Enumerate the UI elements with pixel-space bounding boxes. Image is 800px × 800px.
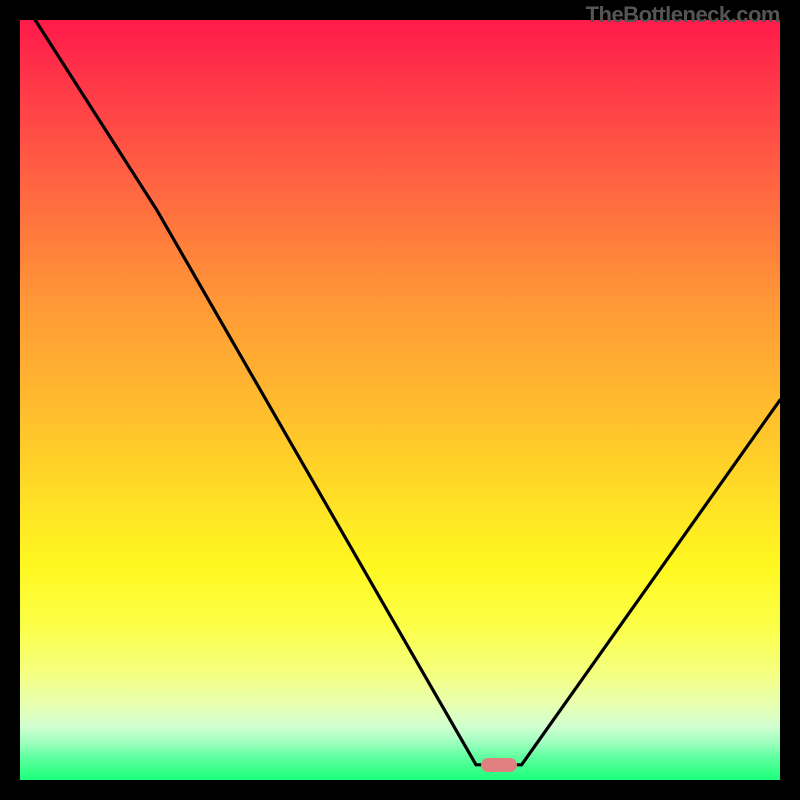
chart-container: TheBottleneck.com <box>0 0 800 800</box>
curve-svg <box>20 20 780 780</box>
optimal-marker <box>481 758 517 772</box>
bottleneck-curve-path <box>35 20 780 765</box>
attribution-text: TheBottleneck.com <box>586 2 780 28</box>
plot-area <box>20 20 780 780</box>
